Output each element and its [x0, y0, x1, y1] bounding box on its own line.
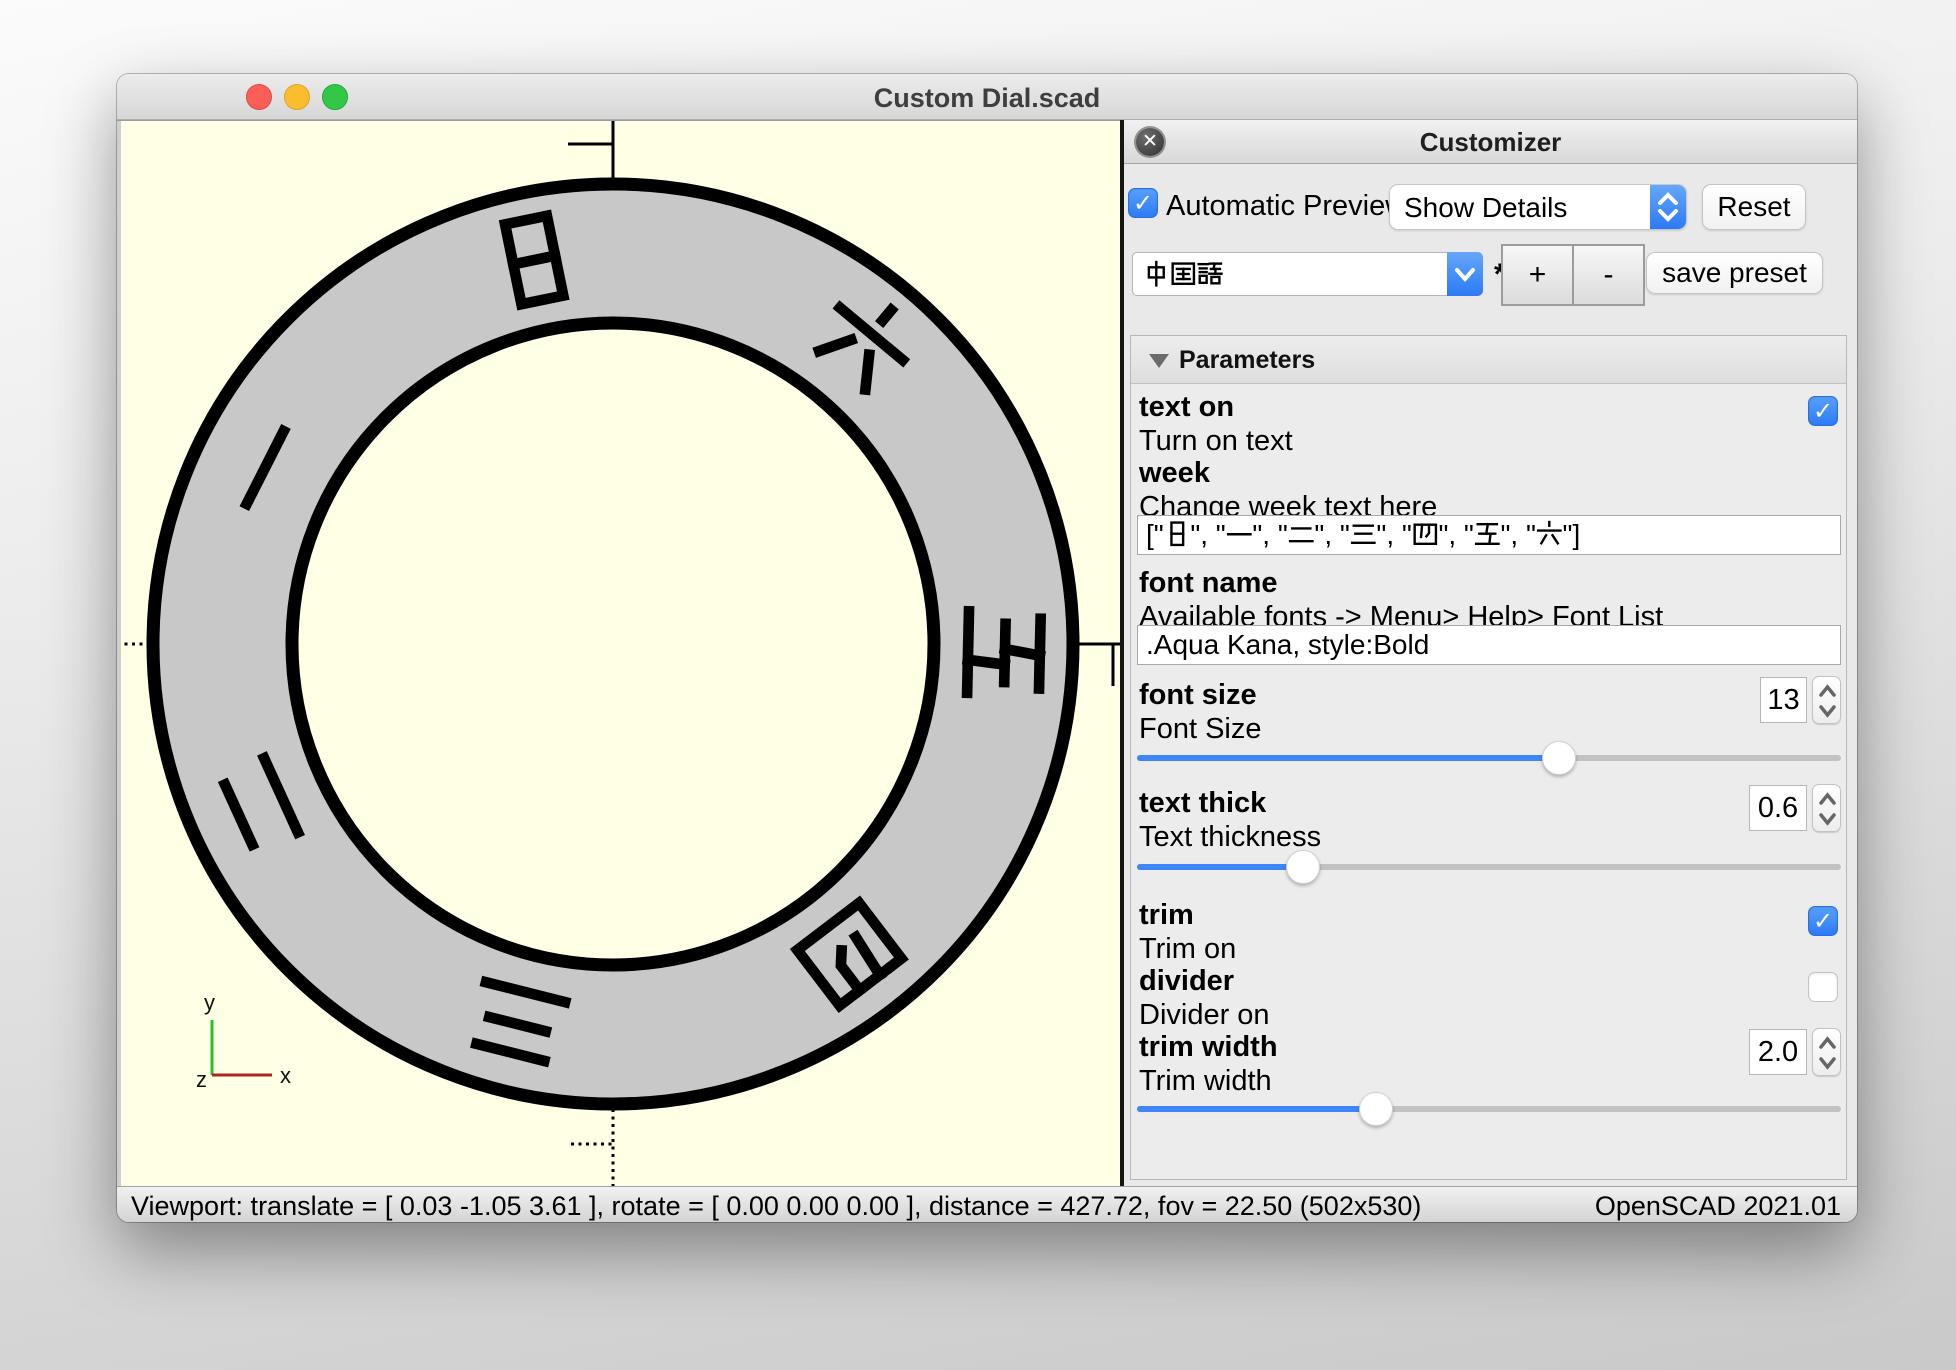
param-trim-name: trim [1139, 899, 1194, 931]
window-title: Custom Dial.scad [873, 83, 1101, 113]
status-bar: Viewport: translate = [ 0.03 -1.05 3.61 … [117, 1186, 1857, 1222]
param-font-name-name: font name [1139, 567, 1278, 599]
trim-width-stepper[interactable] [1812, 1028, 1841, 1076]
param-week-name: week [1139, 457, 1210, 489]
parameters-section-header[interactable]: Parameters [1131, 336, 1846, 384]
text-thick-value-box[interactable]: 0.6 [1749, 785, 1807, 831]
3d-viewport[interactable]: y x z [117, 120, 1120, 1187]
trim-width-value-box[interactable]: 2.0 [1749, 1029, 1807, 1075]
text-thick-slider[interactable] [1137, 849, 1841, 885]
param-trim-width-name: trim width [1139, 1031, 1278, 1063]
font-size-slider-knob[interactable] [1542, 741, 1577, 775]
collapse-triangle-icon [1149, 354, 1169, 368]
trim-width-slider-knob[interactable] [1359, 1092, 1394, 1126]
font-size-stepper[interactable] [1812, 676, 1841, 724]
trim-width-slider[interactable] [1137, 1091, 1841, 1127]
viewport-status-text: Viewport: translate = [ 0.03 -1.05 3.61 … [131, 1191, 1422, 1221]
customizer-title: Customizer [1419, 127, 1562, 157]
parameters-section-title: Parameters [1179, 346, 1316, 374]
divider-checkbox[interactable] [1808, 972, 1838, 1002]
param-trim-desc: Trim on [1139, 933, 1237, 965]
detail-level-value: Show Details [1404, 192, 1568, 223]
param-text-on-desc: Turn on text [1139, 425, 1293, 457]
viewport-frame [117, 121, 121, 1186]
preset-add-remove-group: + - [1501, 244, 1645, 306]
detail-level-select[interactable]: Show Details [1389, 184, 1687, 230]
font-name-input[interactable]: .Aqua Kana, style:Bold [1137, 625, 1841, 665]
reset-button[interactable]: Reset [1702, 184, 1806, 230]
param-divider-desc: Divider on [1139, 999, 1270, 1031]
font-size-slider[interactable] [1137, 740, 1841, 776]
week-text-input[interactable]: [" ", " ", " ", " ", " ", " ", " "] [1137, 515, 1841, 555]
preset-value [1143, 259, 1223, 291]
dial-preview-scene: y x z [117, 121, 1120, 1187]
text-thick-stepper[interactable] [1812, 784, 1841, 832]
select-spinner-icon [1650, 185, 1686, 229]
z-axis-label: z [196, 1067, 207, 1092]
remove-preset-button[interactable]: - [1572, 246, 1643, 304]
font-size-value-box[interactable]: 13 [1760, 677, 1807, 723]
text-on-checkbox[interactable] [1808, 396, 1838, 426]
param-text-thick-name: text thick [1139, 787, 1267, 819]
save-preset-button[interactable]: save preset [1646, 252, 1823, 294]
customizer-header: ✕ Customizer [1124, 120, 1857, 164]
automatic-preview-label: Automatic Preview [1166, 190, 1407, 222]
customizer-panel: ✕ Customizer Automatic Preview Show Deta… [1124, 120, 1857, 1186]
openscad-window: Custom Dial.scad y x z ✕ Customizer Automa… [117, 74, 1857, 1222]
add-preset-button[interactable]: + [1503, 246, 1572, 304]
combo-dropdown-icon [1447, 252, 1483, 296]
preset-combobox[interactable] [1132, 252, 1483, 296]
param-font-size-name: font size [1139, 679, 1257, 711]
param-divider-name: divider [1139, 965, 1235, 997]
text-thick-slider-knob[interactable] [1286, 850, 1321, 884]
automatic-preview-checkbox[interactable] [1128, 188, 1158, 218]
title-bar: Custom Dial.scad [117, 74, 1857, 120]
y-axis-label: y [204, 990, 215, 1015]
trim-checkbox[interactable] [1808, 906, 1838, 936]
param-text-on-name: text on [1139, 391, 1235, 423]
x-axis-label: x [280, 1063, 291, 1088]
app-version-text: OpenSCAD 2021.01 [1594, 1191, 1841, 1221]
parameters-group: Parameters text on Turn on text week Cha… [1130, 335, 1847, 1180]
